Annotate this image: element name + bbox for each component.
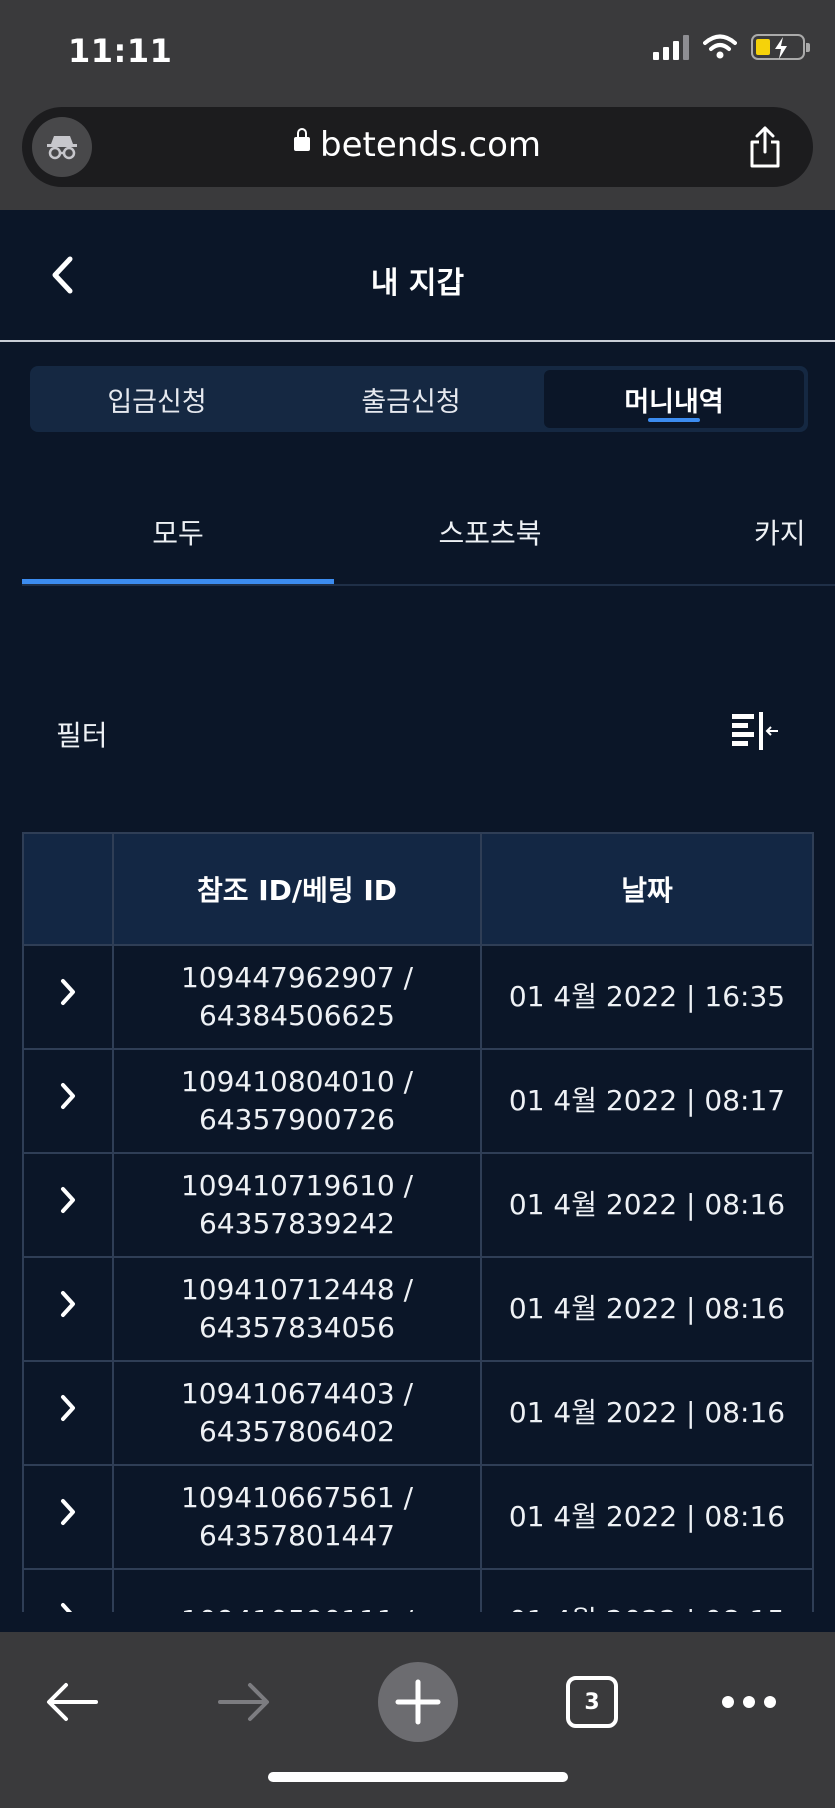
- expand-row-button[interactable]: [22, 1464, 114, 1570]
- page-title: 내 지갑: [370, 266, 465, 301]
- table-row[interactable]: 109410712448 / 64357834056 01 4월 2022 | 0…: [22, 1256, 814, 1362]
- chevron-right-icon: [61, 1083, 75, 1109]
- address-bar[interactable]: betends.com: [22, 107, 813, 187]
- more-menu-button[interactable]: [716, 1662, 782, 1742]
- page-header: 내 지갑: [0, 210, 835, 342]
- battery-icon: [751, 34, 810, 60]
- active-tab-indicator: [648, 418, 700, 422]
- table-row[interactable]: 109447962907 / 64384506625 01 4월 2022 | 1…: [22, 944, 814, 1050]
- browser-forward-button[interactable]: [212, 1662, 276, 1742]
- active-subtab-indicator: [22, 579, 334, 584]
- chevron-right-icon: [61, 1291, 75, 1317]
- tab-withdraw[interactable]: 출금신청: [284, 366, 538, 432]
- column-header-date: 날짜: [480, 832, 814, 946]
- tab-money-history[interactable]: 머니내역: [544, 370, 804, 428]
- ref-id: 109410674403 /: [180, 1377, 414, 1410]
- subtab-casino[interactable]: 카지: [754, 480, 835, 584]
- chevron-right-icon: [61, 979, 75, 1005]
- tab-label: 출금신청: [361, 386, 461, 418]
- ref-id: 109410667561 /: [180, 1481, 414, 1514]
- subtab-label: 모두: [152, 517, 204, 550]
- tab-count-badge: 3: [566, 1676, 618, 1728]
- table-header-row: 참조 ID/베팅 ID 날짜: [22, 832, 814, 946]
- chevron-right-icon: [61, 1499, 75, 1525]
- ref-id: 109410804010 /: [180, 1065, 414, 1098]
- expand-row-button[interactable]: [22, 1256, 114, 1362]
- chevron-right-icon: [61, 1603, 73, 1612]
- table-row[interactable]: 109410667561 / 64357801447 01 4월 2022 | 0…: [22, 1464, 814, 1570]
- date-cell: 01 4월 2022 | 16:35: [480, 944, 814, 1050]
- subtab-all[interactable]: 모두: [22, 480, 334, 584]
- filter-label: 필터: [56, 719, 108, 752]
- history-table: 참조 ID/베팅 ID 날짜 109447962907 / 64384506625…: [22, 832, 814, 1612]
- filter-collapse-icon[interactable]: [730, 710, 780, 754]
- ref-bet-id-cell: 109447962907 / 64384506625: [112, 944, 482, 1050]
- expand-row-button[interactable]: [22, 1152, 114, 1258]
- table-row[interactable]: 109410804010 / 64357900726 01 4월 2022 | 0…: [22, 1048, 814, 1154]
- ref-bet-id-cell: 109410804010 / 64357900726: [112, 1048, 482, 1154]
- url-domain: betends.com: [319, 125, 542, 165]
- plus-icon: [395, 1679, 441, 1725]
- subtab-label: 스포츠북: [438, 517, 542, 550]
- home-indicator: [268, 1772, 568, 1782]
- ref-id: 109410712448 /: [180, 1273, 414, 1306]
- subtab-label: 카지: [754, 517, 806, 550]
- cellular-signal-icon: [653, 34, 689, 60]
- ref-bet-id-cell: 109410674403 / 64357806402: [112, 1360, 482, 1466]
- wifi-icon: [703, 34, 737, 59]
- more-dots-icon: [722, 1696, 776, 1708]
- tabs-button[interactable]: 3: [562, 1662, 622, 1742]
- column-header-expand: [22, 832, 114, 946]
- chevron-right-icon: [61, 1187, 75, 1213]
- bet-id: 64384506625: [199, 999, 395, 1032]
- arrow-right-icon: [218, 1683, 269, 1721]
- expand-row-button[interactable]: [22, 1360, 114, 1466]
- ref-id: 109410719610 /: [180, 1169, 414, 1202]
- wallet-segment-tabs: 입금신청 출금신청 머니내역: [30, 366, 808, 432]
- arrow-left-icon: [47, 1683, 98, 1721]
- browser-bottom-toolbar: 3: [0, 1632, 835, 1808]
- bet-id: 64357806402: [199, 1415, 395, 1448]
- bet-id: 64357801447: [199, 1519, 395, 1552]
- tab-label: 머니내역: [624, 386, 724, 418]
- chevron-right-icon: [61, 1395, 75, 1421]
- ref-id: 109410590111 /: [114, 1602, 480, 1612]
- lock-icon: [293, 127, 310, 151]
- status-icons: [653, 34, 810, 60]
- column-header-ref-id: 참조 ID/베팅 ID: [112, 832, 482, 946]
- history-sub-tabs: 모두 스포츠북 카지: [22, 480, 835, 586]
- date-cell: 01 4월 2022 | 08:16: [480, 1152, 814, 1258]
- new-tab-button[interactable]: [378, 1662, 458, 1742]
- subtab-sportsbook[interactable]: 스포츠북: [334, 480, 646, 584]
- table-row[interactable]: 109410674403 / 64357806402 01 4월 2022 | 0…: [22, 1360, 814, 1466]
- ref-id: 109447962907 /: [180, 961, 414, 994]
- url-text[interactable]: betends.com: [22, 125, 813, 165]
- bet-id: 64357834056: [199, 1311, 395, 1344]
- bet-id: 64357900726: [199, 1103, 395, 1136]
- share-icon[interactable]: [745, 125, 785, 169]
- date-cell: 01 4월 2022 | 08:16: [480, 1256, 814, 1362]
- browser-top-bar: 11:11 betends.com: [0, 0, 835, 210]
- tab-label: 입금신청: [107, 386, 207, 418]
- table-row[interactable]: 109410590111 / 01 4월 2022 | 08:15: [22, 1568, 814, 1612]
- bet-id: 64357839242: [199, 1207, 395, 1240]
- status-time: 11:11: [68, 32, 173, 70]
- browser-back-button[interactable]: [40, 1662, 104, 1742]
- date-cell: 01 4월 2022 | 08:17: [480, 1048, 814, 1154]
- table-row[interactable]: 109410719610 / 64357839242 01 4월 2022 | 0…: [22, 1152, 814, 1258]
- ref-bet-id-cell: 109410712448 / 64357834056: [112, 1256, 482, 1362]
- tab-deposit[interactable]: 입금신청: [30, 366, 284, 432]
- ref-bet-id-cell: 109410719610 / 64357839242: [112, 1152, 482, 1258]
- date-cell: 01 4월 2022 | 08:16: [480, 1464, 814, 1570]
- expand-row-button[interactable]: [22, 1568, 114, 1612]
- ref-bet-id-cell: 109410590111 /: [112, 1568, 482, 1612]
- ref-bet-id-cell: 109410667561 / 64357801447: [112, 1464, 482, 1570]
- date-cell: 01 4월 2022 | 08:15: [480, 1568, 814, 1612]
- expand-row-button[interactable]: [22, 944, 114, 1050]
- expand-row-button[interactable]: [22, 1048, 114, 1154]
- date-cell: 01 4월 2022 | 08:16: [480, 1360, 814, 1466]
